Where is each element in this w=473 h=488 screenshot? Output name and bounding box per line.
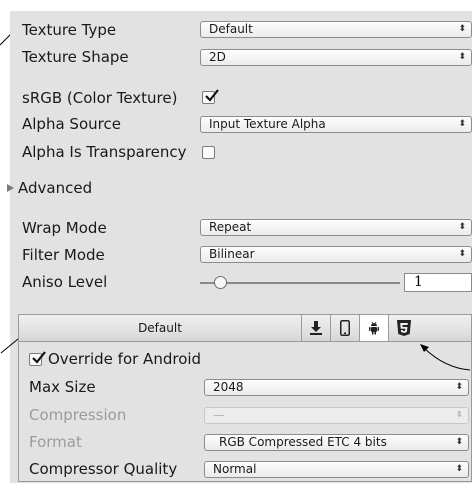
aniso-level-label: Aniso Level	[22, 273, 108, 291]
texture-type-label: Texture Type	[22, 21, 117, 39]
dropdown-arrows-icon: ⬍	[458, 24, 466, 34]
aniso-level-value: 1	[414, 274, 423, 290]
foldout-arrow-icon[interactable]	[6, 183, 16, 193]
advanced-foldout-label[interactable]: Advanced	[18, 179, 92, 197]
dropdown-arrows-icon: ⬍	[455, 464, 463, 474]
dropdown-arrows-icon: ⬍	[458, 222, 466, 232]
filter-mode-dropdown[interactable]: Bilinear ⬍	[200, 246, 472, 263]
alpha-source-label: Alpha Source	[22, 115, 121, 133]
aniso-level-field[interactable]: 1	[404, 273, 472, 292]
alpha-is-transparency-checkbox[interactable]	[202, 146, 215, 159]
compression-value: —	[213, 408, 225, 422]
texture-type-dropdown[interactable]: Default ⬍	[200, 21, 472, 38]
filter-mode-value: Bilinear	[209, 247, 255, 261]
dropdown-arrows-icon: ⬍	[458, 249, 466, 259]
wrap-mode-dropdown[interactable]: Repeat ⬍	[200, 219, 472, 236]
alpha-source-value: Input Texture Alpha	[209, 117, 326, 131]
compressor-quality-value: Normal	[213, 462, 257, 476]
override-android-label: Override for Android	[48, 350, 202, 368]
tab-ios[interactable]	[330, 315, 359, 341]
compression-dropdown: — ⬍	[204, 407, 469, 424]
format-value: RGB Compressed ETC 4 bits	[219, 435, 387, 449]
checkmark-icon	[32, 351, 46, 364]
alpha-is-transparency-label: Alpha Is Transparency	[22, 143, 187, 161]
dropdown-arrows-icon: ⬍	[455, 437, 463, 447]
max-size-value: 2048	[213, 380, 244, 394]
tab-android[interactable]	[359, 315, 388, 341]
compressor-quality-label: Compressor Quality	[29, 460, 178, 478]
filter-mode-label: Filter Mode	[22, 246, 105, 264]
srgb-checkbox[interactable]	[202, 89, 219, 104]
format-dropdown[interactable]: RGB Compressed ETC 4 bits ⬍	[204, 434, 469, 451]
dropdown-arrows-icon: ⬍	[455, 382, 463, 392]
wrap-mode-value: Repeat	[209, 220, 252, 234]
android-icon	[369, 321, 379, 335]
srgb-label: sRGB (Color Texture)	[22, 89, 178, 107]
phone-icon	[340, 320, 350, 336]
tab-standalone[interactable]	[301, 315, 330, 341]
aniso-level-slider-track[interactable]	[200, 282, 400, 284]
dropdown-arrows-icon: ⬍	[458, 52, 466, 62]
texture-type-value: Default	[209, 22, 253, 36]
callout-arrow-android	[420, 344, 471, 371]
max-size-dropdown[interactable]: 2048 ⬍	[204, 379, 469, 396]
wrap-mode-label: Wrap Mode	[22, 219, 107, 237]
checkmark-icon	[205, 89, 219, 102]
texture-shape-value: 2D	[209, 50, 226, 64]
max-size-label: Max Size	[29, 378, 96, 396]
dropdown-arrows-icon: ⬍	[458, 119, 466, 129]
compressor-quality-dropdown[interactable]: Normal ⬍	[204, 461, 469, 478]
html5-icon	[397, 320, 411, 336]
alpha-source-dropdown[interactable]: Input Texture Alpha ⬍	[200, 116, 472, 133]
download-icon	[310, 321, 322, 335]
aniso-level-slider-thumb[interactable]	[214, 276, 227, 289]
texture-shape-label: Texture Shape	[22, 48, 129, 66]
compression-label: Compression	[29, 406, 127, 424]
format-label: Format	[29, 433, 82, 451]
dropdown-arrows-icon: ⬍	[455, 410, 463, 420]
override-android-checkbox[interactable]	[29, 351, 46, 366]
callout-line-left	[0, 338, 19, 354]
tab-default[interactable]: Default	[19, 315, 301, 341]
texture-shape-dropdown[interactable]: 2D ⬍	[200, 49, 472, 66]
